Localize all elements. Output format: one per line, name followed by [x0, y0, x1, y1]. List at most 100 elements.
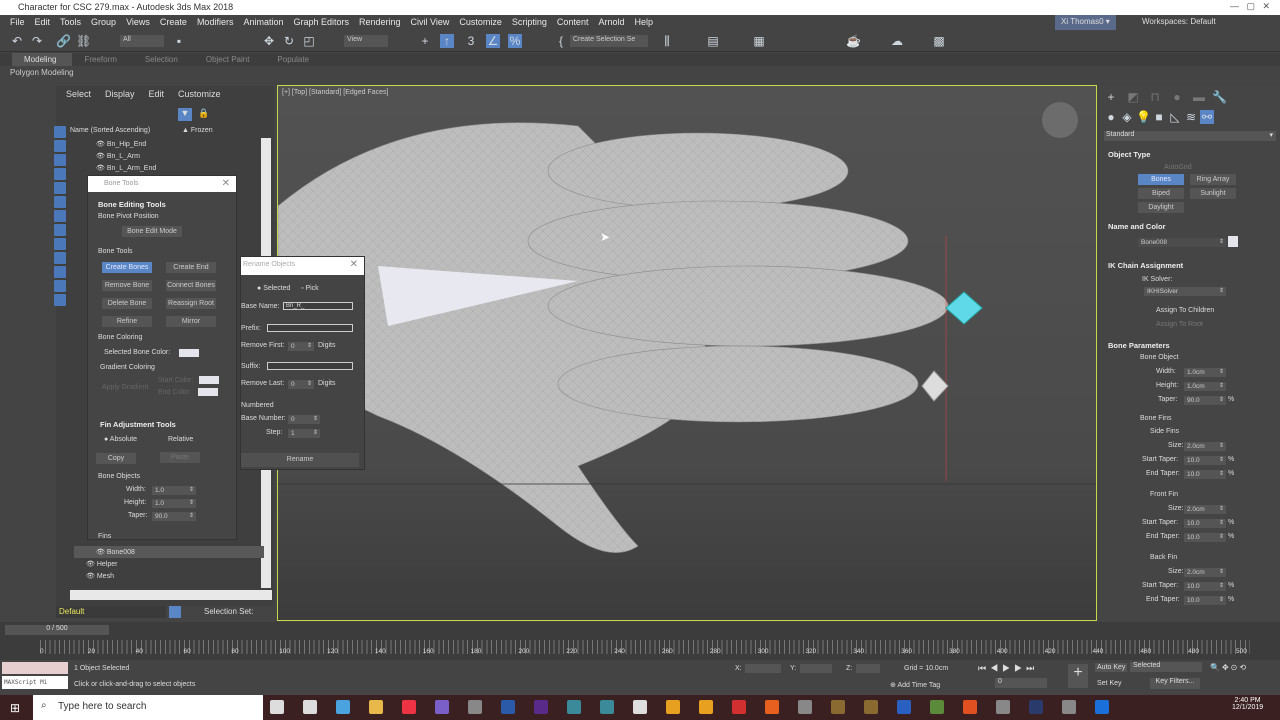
snap-toggle-icon[interactable]: 3 — [464, 34, 478, 48]
bone-width-spinner[interactable]: 1.0cm — [1184, 368, 1226, 377]
set-key-icon[interactable]: + — [1068, 664, 1088, 688]
viewcube-icon[interactable] — [1042, 102, 1078, 138]
explorer-filter-icon[interactable] — [54, 140, 66, 152]
rename-titlebar[interactable]: Rename Objects ✕ — [241, 257, 364, 275]
add-time-tag[interactable]: ⊕ Add Time Tag — [890, 681, 940, 689]
maya-taskbar-icon[interactable] — [600, 700, 614, 714]
steam-taskbar-icon[interactable] — [1029, 700, 1043, 714]
horizontal-scrollbar[interactable] — [70, 590, 272, 600]
3ds-max-taskbar-icon[interactable] — [567, 700, 581, 714]
base-name-input[interactable]: Bn_R_ — [283, 302, 353, 310]
edge-taskbar-icon[interactable] — [1095, 700, 1109, 714]
viewport-top[interactable]: [+] [Top] [Standard] [Edged Faces] ➤ — [277, 85, 1097, 621]
bone-height-spinner[interactable]: 1.0cm — [1184, 382, 1226, 391]
selected-radio[interactable]: ● Selected — [257, 285, 290, 292]
delete-bone-button[interactable]: Delete Bone — [102, 298, 152, 309]
reassign-root-button[interactable]: Reassign Root — [166, 298, 216, 309]
app-taskbar-icon[interactable] — [1062, 700, 1076, 714]
front-fin-end-spinner[interactable]: 10.0 — [1184, 533, 1226, 542]
scene-item[interactable]: 👁 Helper — [86, 560, 117, 568]
explorer-filter-icon[interactable] — [54, 196, 66, 208]
menu-tools[interactable]: Tools — [58, 15, 89, 30]
explorer-filter-icon[interactable] — [54, 154, 66, 166]
link-icon[interactable]: 🔗 — [56, 34, 71, 48]
fin-checkbox-back-fin[interactable]: Back Fin — [1150, 554, 1177, 561]
height-spinner[interactable]: 1.0 — [152, 499, 196, 508]
hierarchy-tab-icon[interactable]: ⊓ — [1148, 90, 1162, 104]
motion-tab-icon[interactable]: ● — [1170, 90, 1184, 104]
x-coord-field[interactable] — [745, 664, 781, 673]
selection-filter-dropdown[interactable]: All — [120, 35, 164, 47]
reference-coord-dropdown[interactable]: View — [344, 35, 388, 47]
maxscript-input[interactable]: MAXScript Mi — [2, 676, 68, 689]
minecraft-taskbar-icon[interactable] — [930, 700, 944, 714]
app-taskbar-icon[interactable] — [996, 700, 1010, 714]
explorer-menu-display[interactable]: Display — [105, 89, 135, 99]
lock-icon[interactable]: 🔒 — [198, 108, 209, 119]
back-fin-end-spinner[interactable]: 10.0 — [1184, 596, 1226, 605]
visibility-eye-icon[interactable]: 👁 — [86, 573, 97, 580]
layer-dropdown[interactable]: Default — [56, 606, 166, 618]
world-of-warcraft-2-taskbar-icon[interactable] — [864, 700, 878, 714]
percent-snap-icon[interactable]: % — [508, 34, 522, 48]
suffix-input[interactable] — [267, 362, 353, 370]
visibility-eye-icon[interactable]: 👁 — [96, 165, 107, 172]
numbered-checkbox[interactable]: Numbered — [241, 402, 274, 409]
auto-key-button[interactable]: Auto Key — [1095, 663, 1128, 672]
systems-icon[interactable]: ⚯ — [1200, 110, 1214, 124]
scene-item[interactable]: 👁 Bone008 — [96, 548, 135, 556]
track-bar[interactable] — [40, 640, 1250, 654]
visibility-eye-icon[interactable]: 👁 — [96, 549, 107, 556]
copy-button[interactable]: Copy — [96, 453, 136, 464]
render-setup-icon[interactable]: ☕ — [846, 34, 861, 48]
lights-icon[interactable]: 💡 — [1136, 110, 1151, 124]
side-fins-end-spinner[interactable]: 10.0 — [1184, 470, 1226, 479]
scene-explorer-icon[interactable]: ▤ — [706, 34, 720, 48]
angle-snap-icon[interactable]: ∠ — [486, 34, 500, 48]
named-selection-dropdown[interactable]: Create Selection Se — [570, 35, 648, 47]
front-fin-size-spinner[interactable]: 2.0cm — [1184, 505, 1226, 514]
ribbon-tab-populate[interactable]: Populate — [265, 53, 325, 66]
pivot-icon[interactable]: + — [418, 34, 432, 48]
apply-gradient-button[interactable]: Apply Gradient — [102, 384, 148, 391]
app-taskbar-icon[interactable] — [798, 700, 812, 714]
close-icon[interactable]: ✕ — [350, 259, 358, 270]
ring-array-button[interactable]: Ring Array — [1190, 174, 1236, 185]
fin-checkbox-side-fins[interactable]: Side Fins — [1150, 428, 1179, 435]
relative-radio[interactable]: Relative — [168, 436, 193, 443]
current-frame-field[interactable]: 0 — [995, 678, 1047, 688]
clock[interactable]: 2:40 PM 12/1/2019 — [1232, 697, 1263, 711]
task-view-taskbar-icon[interactable] — [303, 700, 317, 714]
chrome-taskbar-icon[interactable] — [402, 700, 416, 714]
menu-help[interactable]: Help — [632, 15, 661, 30]
base-number-spinner[interactable]: 0 — [288, 415, 320, 424]
explorer-menu-select[interactable]: Select — [66, 89, 91, 99]
ribbon-tab-freeform[interactable]: Freeform — [72, 53, 132, 66]
battlenet-taskbar-icon[interactable] — [897, 700, 911, 714]
discord-taskbar-icon[interactable] — [435, 700, 449, 714]
world-of-warcraft-taskbar-icon[interactable] — [831, 700, 845, 714]
marmoset-2-taskbar-icon[interactable] — [699, 700, 713, 714]
select-manipulate-icon[interactable]: ↑ — [440, 34, 454, 48]
explorer-menu-customize[interactable]: Customize — [178, 89, 221, 99]
mirror-icon[interactable]: ⫼ — [660, 34, 674, 48]
key-mode-dropdown[interactable]: Selected — [1130, 662, 1202, 672]
ik-solver-dropdown[interactable]: IKHISolver — [1144, 287, 1226, 296]
ribbon-tab-object-paint[interactable]: Object Paint — [194, 53, 266, 66]
visibility-eye-icon[interactable]: 👁 — [96, 141, 107, 148]
unlink-icon[interactable]: ⛓ — [76, 34, 91, 48]
move-icon[interactable]: ✥ — [262, 34, 276, 48]
explorer-filter-icon[interactable] — [54, 224, 66, 236]
shapes-icon[interactable]: ◈ — [1120, 110, 1134, 124]
scale-icon[interactable]: ◰ — [302, 34, 316, 48]
explorer-filter-icon[interactable] — [54, 210, 66, 222]
bone-end-cyan[interactable] — [945, 291, 983, 325]
paste-button[interactable]: Paste — [160, 452, 200, 463]
maxscript-listener[interactable] — [2, 662, 68, 674]
menu-content[interactable]: Content — [555, 15, 597, 30]
explorer-filter-icon[interactable] — [54, 238, 66, 250]
menu-animation[interactable]: Animation — [241, 15, 291, 30]
bone-taper-spinner[interactable]: 90.0 — [1184, 396, 1226, 405]
explorer-filter-icon[interactable] — [54, 182, 66, 194]
object-name-input[interactable]: Bone008 — [1138, 238, 1226, 247]
